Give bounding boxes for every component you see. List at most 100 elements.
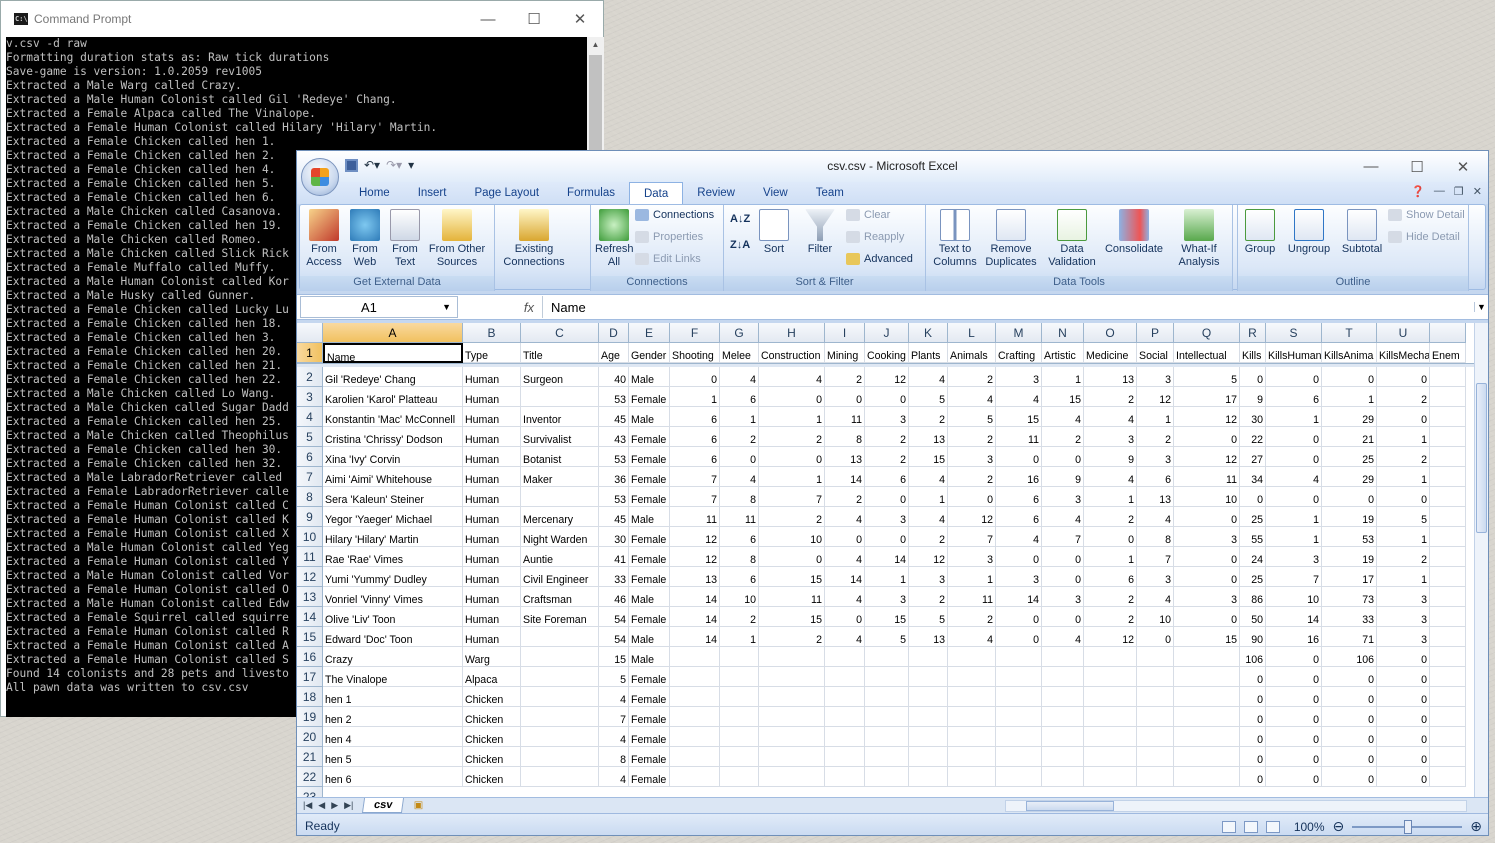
grid-cell[interactable]: 0	[1266, 667, 1322, 687]
grid-cell[interactable]: 8	[599, 747, 629, 767]
grid-cell[interactable]	[670, 707, 720, 727]
grid-cell[interactable]	[825, 707, 865, 727]
row-header[interactable]: 3	[297, 387, 323, 407]
grid-cell[interactable]	[825, 767, 865, 787]
grid-cell[interactable]: 6	[720, 527, 759, 547]
grid-cell[interactable]: hen 2	[323, 707, 463, 727]
grid-cell[interactable]: 9	[1084, 447, 1137, 467]
insert-function-button[interactable]: fx	[458, 296, 543, 318]
grid-cell[interactable]	[720, 647, 759, 667]
grid-cell[interactable]: 4	[996, 387, 1042, 407]
column-header-H[interactable]: H	[759, 323, 825, 343]
expand-formula-bar-icon[interactable]: ▼	[1474, 302, 1488, 312]
grid-cell[interactable]: 54	[599, 627, 629, 647]
grid-cell[interactable]: 0	[1240, 747, 1266, 767]
grid-cell[interactable]: 1	[759, 407, 825, 427]
row-header[interactable]: 10	[297, 527, 323, 547]
grid-cell[interactable]	[759, 707, 825, 727]
formula-input[interactable]: Name	[543, 300, 1474, 315]
grid-cell[interactable]: 0	[759, 447, 825, 467]
grid-cell[interactable]: 53	[599, 387, 629, 407]
grid-cell[interactable]: 4	[948, 387, 996, 407]
grid-cell[interactable]: hen 1	[323, 687, 463, 707]
grid-cell[interactable]	[1430, 647, 1466, 667]
grid-cell[interactable]: 45	[599, 407, 629, 427]
grid-cell[interactable]: 0	[1377, 727, 1430, 747]
grid-cell[interactable]: 54	[599, 607, 629, 627]
grid-cell[interactable]: Alpaca	[463, 667, 521, 687]
grid-cell[interactable]: 16	[996, 467, 1042, 487]
grid-cell[interactable]: 2	[1377, 447, 1430, 467]
grid-cell[interactable]: 1	[909, 487, 948, 507]
grid-cell[interactable]: 13	[909, 427, 948, 447]
grid-cell[interactable]: 27	[1240, 447, 1266, 467]
from-text-button[interactable]: From Text	[386, 209, 424, 269]
row-header[interactable]: 6	[297, 447, 323, 467]
group-button[interactable]: Group	[1240, 209, 1280, 256]
grid-cell[interactable]: 0	[1322, 367, 1377, 387]
tab-insert[interactable]: Insert	[404, 182, 461, 204]
grid-cell[interactable]: 73	[1322, 587, 1377, 607]
grid-cell[interactable]	[1430, 387, 1466, 407]
grid-cell[interactable]	[909, 687, 948, 707]
tab-page-layout[interactable]: Page Layout	[460, 182, 553, 204]
grid-cell[interactable]: 4	[996, 527, 1042, 547]
grid-cell[interactable]: 7	[670, 467, 720, 487]
grid-cell[interactable]: 0	[1174, 567, 1240, 587]
grid-cell[interactable]: Human	[463, 627, 521, 647]
grid-cell[interactable]: 4	[720, 367, 759, 387]
grid-cell[interactable]	[996, 707, 1042, 727]
column-header-M[interactable]: M	[996, 323, 1042, 343]
grid-cell[interactable]: 6	[1137, 467, 1174, 487]
grid-cell[interactable]: 2	[865, 447, 909, 467]
maximize-button[interactable]: ☐	[511, 1, 557, 37]
grid-cell[interactable]: 3	[865, 407, 909, 427]
grid-cell[interactable]	[759, 647, 825, 667]
grid-cell[interactable]: Maker	[521, 467, 599, 487]
grid-cell[interactable]: Aimi 'Aimi' Whitehouse	[323, 467, 463, 487]
grid-cell[interactable]	[1174, 727, 1240, 747]
grid-cell[interactable]: 0	[1377, 667, 1430, 687]
grid-cell[interactable]: The Vinalope	[323, 667, 463, 687]
column-header-B[interactable]: B	[463, 323, 521, 343]
grid-cell[interactable]	[521, 747, 599, 767]
grid-cell[interactable]: 0	[1377, 747, 1430, 767]
grid-cell[interactable]	[1430, 487, 1466, 507]
grid-cell[interactable]	[1042, 707, 1084, 727]
ungroup-button[interactable]: Ungroup	[1284, 209, 1334, 256]
grid-cell[interactable]: 25	[1240, 507, 1266, 527]
grid-cell[interactable]: Animals	[948, 343, 996, 363]
grid-cell[interactable]: 0	[1266, 427, 1322, 447]
grid-cell[interactable]: 0	[1042, 567, 1084, 587]
grid-cell[interactable]: Male	[629, 507, 670, 527]
grid-cell[interactable]	[521, 647, 599, 667]
grid-cell[interactable]: Human	[463, 447, 521, 467]
grid-cell[interactable]: Male	[629, 407, 670, 427]
grid-cell[interactable]: 106	[1322, 647, 1377, 667]
grid-cell[interactable]: 12	[865, 367, 909, 387]
column-header-Q[interactable]: Q	[1174, 323, 1240, 343]
grid-cell[interactable]	[1084, 747, 1137, 767]
grid-cell[interactable]: 4	[909, 367, 948, 387]
help-icon[interactable]: ❓	[1411, 185, 1425, 198]
grid-cell[interactable]: Yegor 'Yaeger' Michael	[323, 507, 463, 527]
grid-cell[interactable]: Human	[463, 547, 521, 567]
grid-cell[interactable]: Construction	[759, 343, 825, 363]
grid-cell[interactable]: Human	[463, 467, 521, 487]
grid-cell[interactable]: 1	[1266, 507, 1322, 527]
clear-button[interactable]: Clear	[846, 209, 890, 221]
grid-cell[interactable]: 17	[1174, 387, 1240, 407]
grid-cell[interactable]: Human	[463, 527, 521, 547]
grid-cell[interactable]: 41	[599, 547, 629, 567]
grid-cell[interactable]: KillsAnima	[1322, 343, 1377, 363]
tab-data[interactable]: Data	[628, 182, 684, 204]
tab-home[interactable]: Home	[345, 182, 404, 204]
grid-cell[interactable]: 5	[599, 667, 629, 687]
column-header-D[interactable]: D	[599, 323, 629, 343]
grid-cell[interactable]	[1042, 667, 1084, 687]
grid-cell[interactable]: 0	[1042, 547, 1084, 567]
hide-detail-button[interactable]: Hide Detail	[1388, 231, 1460, 243]
grid-cell[interactable]: Crazy	[323, 647, 463, 667]
grid-cell[interactable]: 0	[996, 607, 1042, 627]
column-header-E[interactable]: E	[629, 323, 670, 343]
